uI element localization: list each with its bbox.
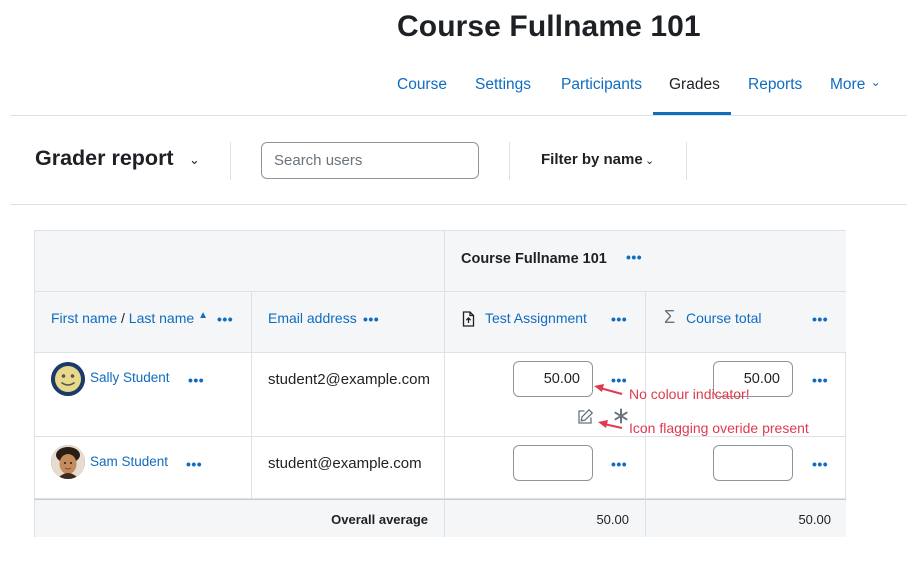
annotation-override-icon: Icon flagging overide present [629, 420, 809, 436]
annotation-arrows [594, 384, 623, 429]
annotation-no-colour: No colour indicator! [629, 386, 750, 402]
